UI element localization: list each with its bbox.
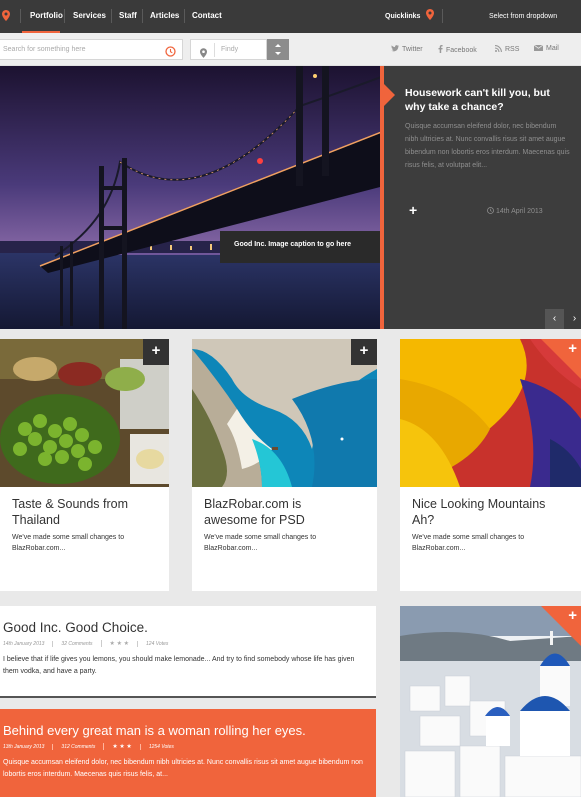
post-rating-stars[interactable]: ★ ★ ★: [100, 640, 137, 647]
mail-icon: [533, 44, 544, 51]
post-title[interactable]: Good Inc. Good Choice.: [3, 620, 148, 635]
top-navigation: Portfolio Services Staff Articles Contac…: [0, 0, 581, 33]
hero-image[interactable]: [0, 66, 384, 329]
mail-label: Mail: [546, 45, 559, 52]
facebook-icon: [438, 45, 443, 53]
location-pin-icon: [2, 10, 10, 23]
quicklinks-dropdown[interactable]: Select from dropdown: [489, 13, 557, 20]
post-excerpt: Quisque accumsan eleifend dolor, nec bib…: [3, 759, 363, 778]
panel-arrow: [384, 84, 395, 106]
rss-label: RSS: [505, 46, 520, 53]
blog-post: Good Inc. Good Choice. 14th January 2013…: [0, 606, 376, 698]
nav-item-contact[interactable]: Contact: [192, 11, 222, 20]
post-votes: 1254 Votes: [139, 744, 182, 750]
nav-item-articles[interactable]: Articles: [150, 11, 179, 20]
search-bar-row: Search for something here Findy Twitter …: [0, 33, 581, 66]
location-placeholder: Findy: [221, 46, 239, 53]
post-rating-stars[interactable]: ★ ★ ★: [103, 743, 139, 750]
location-field[interactable]: Findy: [190, 39, 267, 60]
plus-icon[interactable]: +: [351, 339, 377, 365]
nav-divider: [20, 9, 21, 23]
location-pin-icon: [200, 45, 207, 63]
quicklinks-label[interactable]: Quicklinks: [385, 13, 420, 20]
post-date: 14th January 2013: [3, 641, 45, 647]
nav-divider: [184, 9, 185, 23]
search-input[interactable]: Search for something here: [0, 39, 183, 60]
nav-item-staff[interactable]: Staff: [119, 11, 137, 20]
card-title[interactable]: BlazRobar.com is awesome for PSD: [204, 496, 354, 528]
plus-icon[interactable]: +: [143, 339, 169, 365]
twitter-icon: [391, 45, 399, 52]
post-meta: 14th January 2013 32 Comments ★ ★ ★ 124 Vot…: [3, 640, 176, 647]
post-meta: 13th January 2013 312 Comments ★ ★ ★ 1254 V…: [3, 743, 182, 750]
article-card[interactable]: + BlazRobar.com is awesome for PSD We've…: [192, 339, 377, 591]
post-comments[interactable]: 312 Comments: [52, 744, 103, 750]
card-title[interactable]: Taste & Sounds from Thailand: [12, 496, 162, 528]
hero-caption: Good Inc. Image caption to go here: [220, 231, 380, 263]
post-excerpt: I believe that if life gives you lemons,…: [3, 656, 355, 675]
post-comments[interactable]: 32 Comments: [52, 641, 100, 647]
clock-icon: [487, 207, 494, 214]
card-excerpt: We've made some small changes to BlazRob…: [12, 534, 125, 552]
nav-item-portfolio[interactable]: Portfolio: [30, 11, 63, 20]
article-card[interactable]: + Taste & Sounds from Thailand We've mad…: [0, 339, 169, 591]
rss-link[interactable]: RSS: [494, 45, 520, 53]
santorini-card[interactable]: +: [400, 606, 581, 797]
nav-divider: [64, 9, 65, 23]
next-slide-button[interactable]: ›: [565, 309, 581, 329]
featured-title[interactable]: Housework can't kill you, but why take a…: [405, 86, 570, 114]
card-excerpt: We've made some small changes to BlazRob…: [204, 534, 317, 552]
twitter-label: Twitter: [402, 46, 423, 53]
highlighted-post: Behind every great man is a woman rollin…: [0, 709, 376, 797]
facebook-link[interactable]: Facebook: [438, 45, 477, 54]
featured-excerpt: Quisque accumsan eleifend dolor, nec bib…: [405, 123, 570, 169]
mail-link[interactable]: Mail: [533, 44, 559, 52]
post-date: 13th January 2013: [3, 744, 45, 750]
clock-icon[interactable]: [165, 44, 176, 62]
card-excerpt: We've made some small changes to BlazRob…: [412, 534, 525, 552]
post-title[interactable]: Behind every great man is a woman rollin…: [3, 723, 306, 738]
featured-date-text: 14th April 2013: [495, 208, 543, 215]
featured-date: 14th April 2013: [487, 207, 543, 215]
prev-slide-button[interactable]: ‹: [545, 309, 564, 329]
card-title[interactable]: Nice Looking Mountains Ah?: [412, 496, 562, 528]
article-card[interactable]: + Nice Looking Mountains Ah? We've made …: [400, 339, 581, 591]
twitter-link[interactable]: Twitter: [391, 45, 423, 53]
nav-divider: [442, 9, 443, 23]
nav-divider: [142, 9, 143, 23]
location-pin-icon[interactable]: [426, 9, 434, 22]
post-votes: 124 Votes: [137, 641, 176, 647]
rss-icon: [494, 45, 502, 53]
plus-icon[interactable]: +: [409, 202, 417, 218]
field-divider: [214, 43, 215, 57]
location-stepper[interactable]: [267, 39, 289, 60]
beach-cove-image: [192, 339, 377, 487]
nav-item-services[interactable]: Services: [73, 11, 106, 20]
facebook-label: Facebook: [446, 47, 477, 54]
featured-article-panel: Housework can't kill you, but why take a…: [384, 66, 581, 329]
plus-icon[interactable]: +: [568, 607, 577, 624]
nav-divider: [111, 9, 112, 23]
plus-icon[interactable]: +: [568, 340, 577, 357]
